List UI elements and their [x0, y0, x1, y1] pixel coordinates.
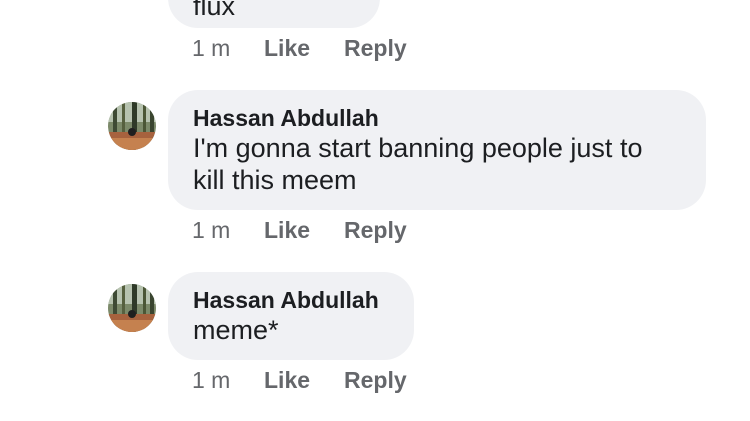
- comment-timestamp[interactable]: 1 m: [192, 33, 230, 63]
- reply-button[interactable]: Reply: [344, 365, 407, 395]
- comment-bubble-previous: flux: [168, 0, 380, 28]
- like-button[interactable]: Like: [264, 33, 310, 63]
- reply-button[interactable]: Reply: [344, 33, 407, 63]
- like-button[interactable]: Like: [264, 215, 310, 245]
- reply-button[interactable]: Reply: [344, 215, 407, 245]
- comment-thread: flux 1 m Like Reply Hassan Abdullah I'm …: [0, 0, 750, 421]
- comment-bubble: Hassan Abdullah I'm gonna start banning …: [168, 90, 706, 210]
- comment-author[interactable]: Hassan Abdullah: [193, 107, 379, 130]
- comment-text-line: kill this meem: [193, 165, 357, 195]
- comment-text-previous: flux: [193, 0, 236, 21]
- comment-bubble: Hassan Abdullah meme*: [168, 272, 414, 360]
- forest-photo-avatar-icon: [108, 102, 156, 150]
- forest-photo-avatar-icon: [108, 284, 156, 332]
- comment-text-line: meme*: [193, 315, 279, 345]
- like-button[interactable]: Like: [264, 365, 310, 395]
- comment-timestamp[interactable]: 1 m: [192, 215, 230, 245]
- comment-author[interactable]: Hassan Abdullah: [193, 289, 379, 312]
- comment-text-line: I'm gonna start banning people just to: [193, 133, 643, 163]
- avatar[interactable]: [108, 284, 156, 332]
- avatar[interactable]: [108, 102, 156, 150]
- comment-timestamp[interactable]: 1 m: [192, 365, 230, 395]
